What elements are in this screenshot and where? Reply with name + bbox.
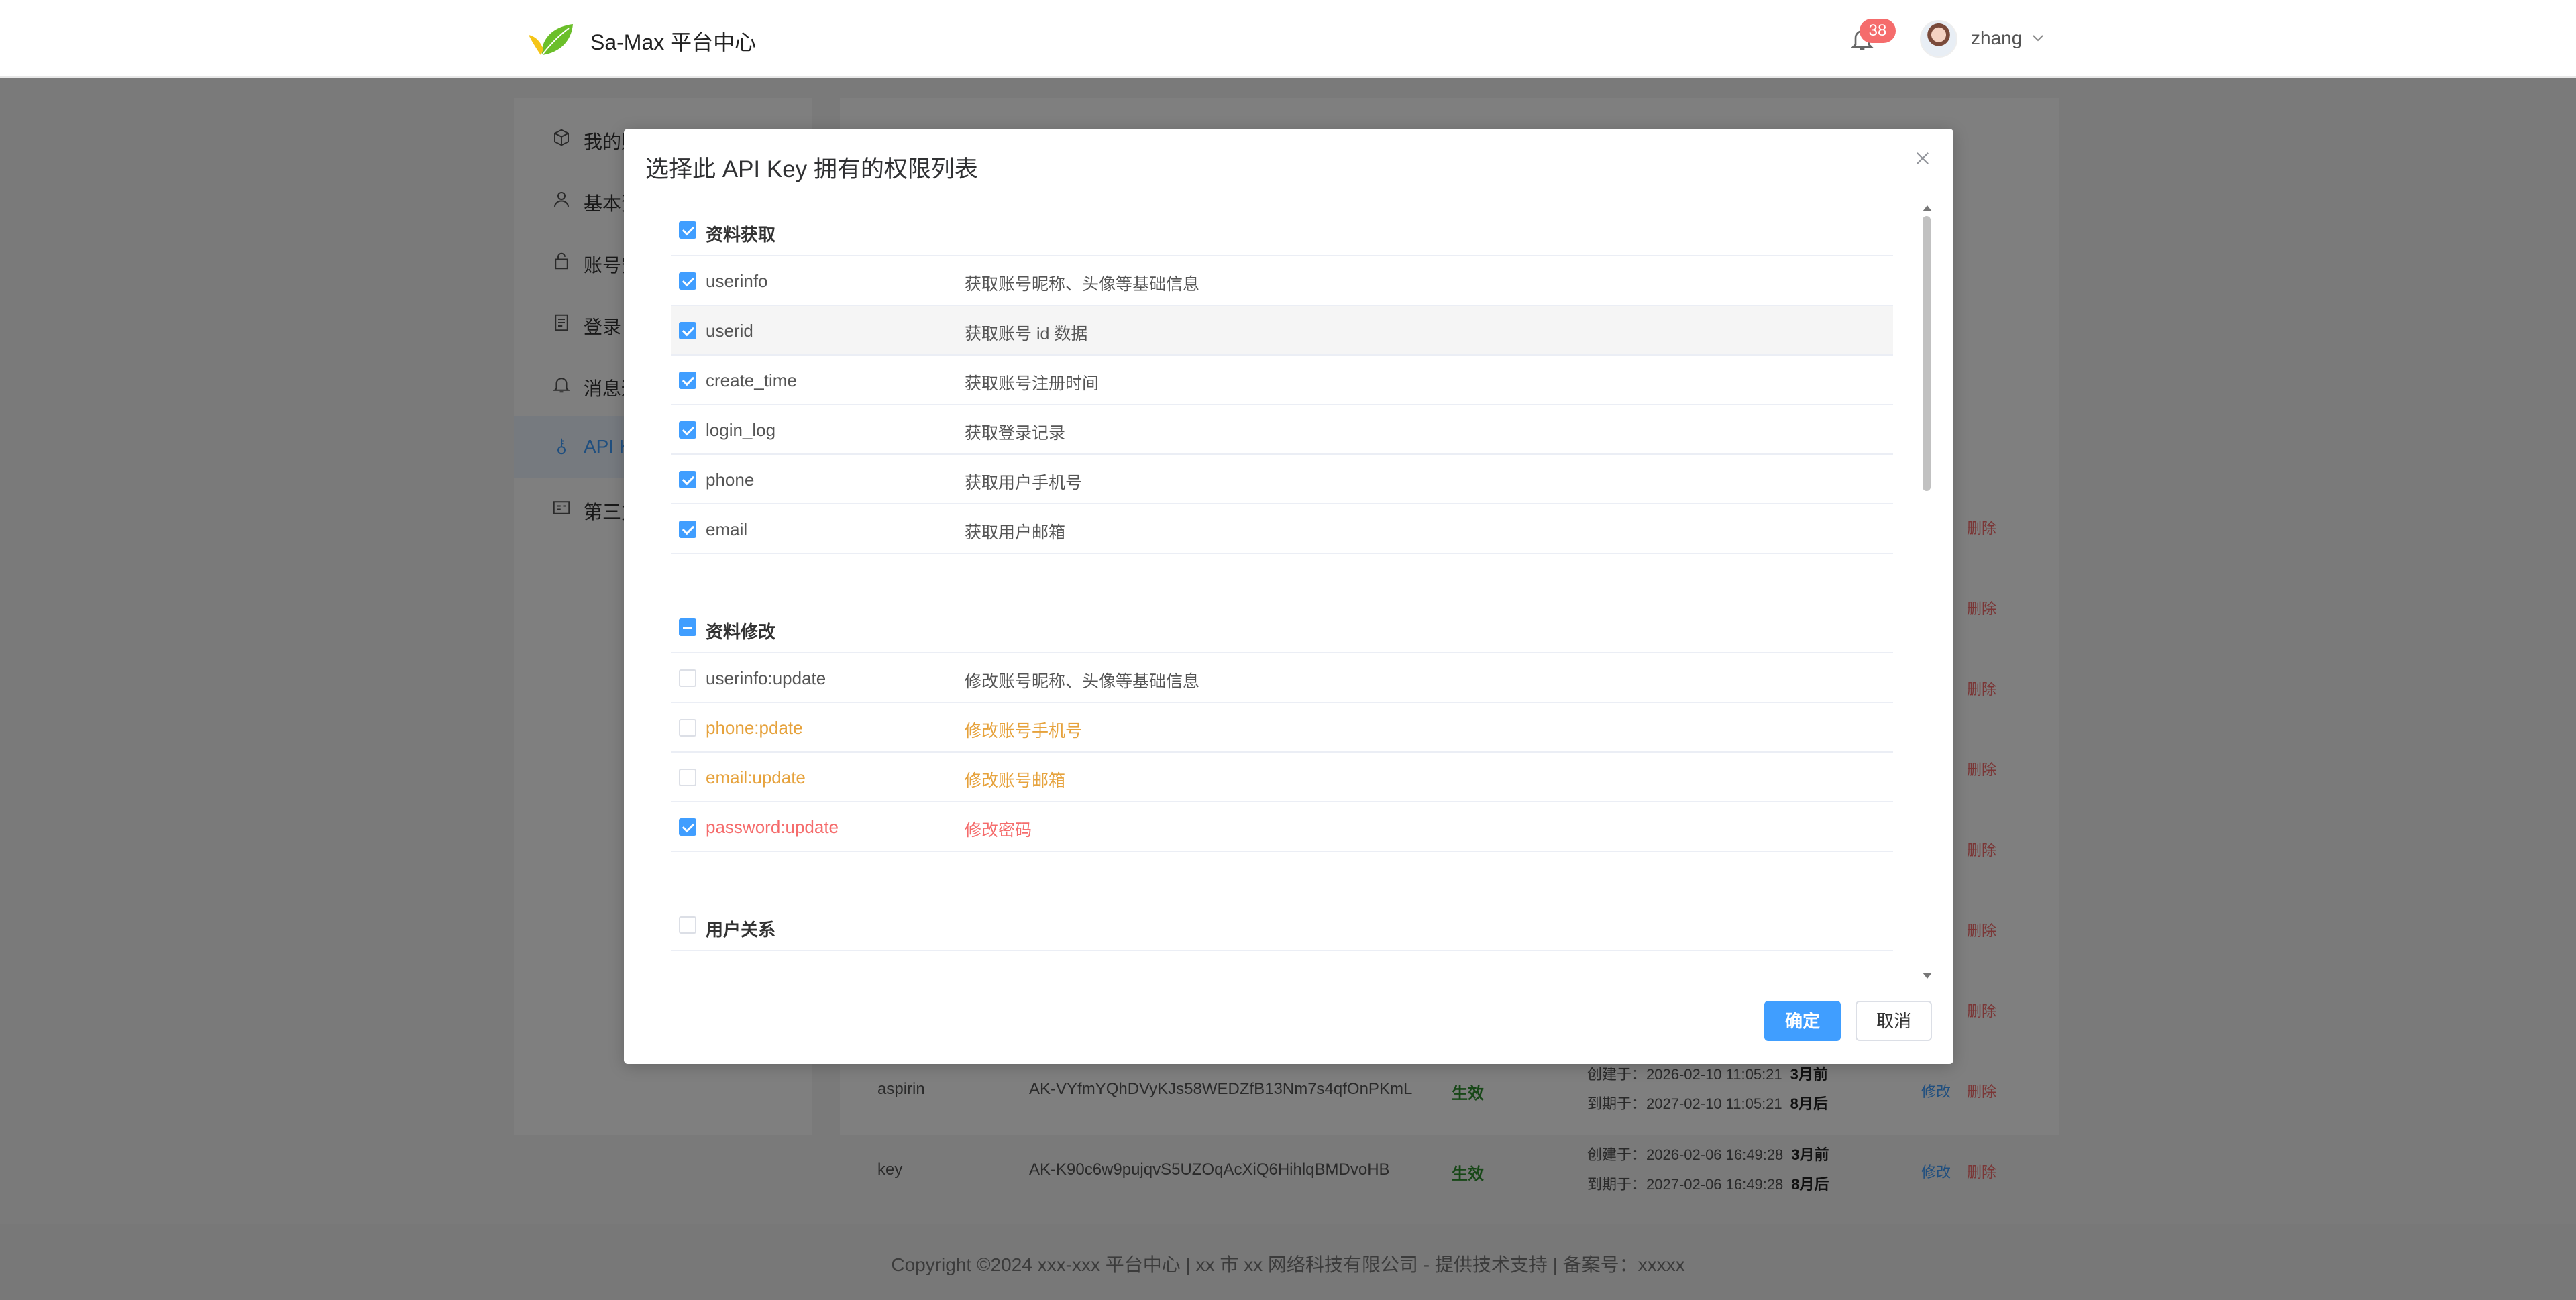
section-checkbox[interactable] bbox=[679, 916, 696, 934]
permission-row[interactable]: userid 获取账号 id 数据 bbox=[671, 306, 1893, 356]
section-header-profile-read[interactable]: 资料获取 bbox=[671, 205, 1893, 256]
permission-desc: 修改密码 bbox=[965, 821, 1032, 840]
section-header-user-relations[interactable]: 用户关系 bbox=[671, 900, 1893, 951]
top-header: Sa-Max 平台中心 38 zhang bbox=[0, 0, 2576, 78]
permission-row[interactable]: userinfo 获取账号昵称、头像等基础信息 bbox=[671, 256, 1893, 306]
permission-checkbox[interactable] bbox=[679, 322, 696, 339]
permission-checkbox[interactable] bbox=[679, 719, 696, 737]
permission-checkbox[interactable] bbox=[679, 769, 696, 786]
permission-row[interactable]: phone 获取用户手机号 bbox=[671, 455, 1893, 504]
permissions-dialog: 选择此 API Key 拥有的权限列表 资料获取 userinfo 获取账号昵称… bbox=[624, 129, 1953, 1064]
permission-desc: 修改账号手机号 bbox=[965, 722, 1083, 741]
permission-desc: 获取登录记录 bbox=[965, 424, 1066, 443]
permission-checkbox[interactable] bbox=[679, 521, 696, 538]
permission-list[interactable]: 资料获取 userinfo 获取账号昵称、头像等基础信息 userid 获取账号… bbox=[671, 205, 1893, 1104]
chevron-down-icon[interactable] bbox=[2030, 30, 2046, 46]
permission-code: create_time bbox=[706, 370, 797, 390]
permission-desc: 修改账号昵称、头像等基础信息 bbox=[965, 672, 1200, 691]
dialog-title: 选择此 API Key 拥有的权限列表 bbox=[645, 156, 978, 182]
section-label: 资料修改 bbox=[706, 622, 776, 642]
section-header-profile-update[interactable]: 资料修改 bbox=[671, 602, 1893, 653]
permission-checkbox[interactable] bbox=[679, 471, 696, 488]
permission-code: phone bbox=[706, 470, 755, 490]
avatar[interactable] bbox=[1920, 20, 1957, 58]
section-checkbox[interactable] bbox=[679, 221, 696, 239]
permission-desc: 获取账号 id 数据 bbox=[965, 325, 1088, 343]
close-icon[interactable] bbox=[1913, 149, 1932, 168]
permission-desc: 修改账号邮箱 bbox=[965, 771, 1066, 790]
permission-row[interactable]: userinfo:update 修改账号昵称、头像等基础信息 bbox=[671, 653, 1893, 703]
scrollbar[interactable] bbox=[1920, 205, 1933, 979]
permission-row[interactable]: phone:pdate 修改账号手机号 bbox=[671, 703, 1893, 753]
permission-desc: 获取用户手机号 bbox=[965, 474, 1083, 492]
permission-code: email bbox=[706, 519, 748, 539]
section-label: 用户关系 bbox=[706, 920, 776, 940]
permission-desc: 获取用户邮箱 bbox=[965, 523, 1066, 542]
cancel-button[interactable]: 取消 bbox=[1856, 1001, 1932, 1041]
permission-code: userinfo:update bbox=[706, 668, 826, 688]
permission-code: password:update bbox=[706, 817, 839, 837]
section-label: 资料获取 bbox=[706, 225, 776, 245]
permission-desc: 获取账号注册时间 bbox=[965, 374, 1099, 393]
permission-checkbox[interactable] bbox=[679, 818, 696, 836]
permission-row[interactable]: password:update 修改密码 bbox=[671, 802, 1893, 852]
permission-checkbox[interactable] bbox=[679, 421, 696, 439]
brand-title[interactable]: Sa-Max 平台中心 bbox=[590, 25, 756, 56]
permission-desc: 获取账号昵称、头像等基础信息 bbox=[965, 275, 1200, 294]
permission-code: userid bbox=[706, 321, 753, 341]
permission-row[interactable]: create_time 获取账号注册时间 bbox=[671, 356, 1893, 405]
scroll-thumb[interactable] bbox=[1923, 216, 1931, 491]
permission-code: phone:pdate bbox=[706, 718, 803, 738]
username[interactable]: zhang bbox=[1971, 28, 2022, 49]
section-checkbox[interactable] bbox=[679, 618, 696, 636]
leaf-logo-icon[interactable] bbox=[527, 20, 576, 59]
permission-row[interactable]: email 获取用户邮箱 bbox=[671, 504, 1893, 554]
permission-row[interactable]: login_log 获取登录记录 bbox=[671, 405, 1893, 455]
permission-row[interactable]: email:update 修改账号邮箱 bbox=[671, 753, 1893, 802]
permission-code: login_log bbox=[706, 420, 776, 440]
permission-code: email:update bbox=[706, 767, 806, 788]
scroll-down-icon[interactable] bbox=[1923, 973, 1932, 979]
permission-checkbox[interactable] bbox=[679, 669, 696, 687]
confirm-button[interactable]: 确定 bbox=[1764, 1001, 1841, 1041]
scroll-up-icon[interactable] bbox=[1923, 205, 1932, 211]
notification-badge: 38 bbox=[1860, 19, 1896, 43]
permission-checkbox[interactable] bbox=[679, 372, 696, 389]
permission-code: userinfo bbox=[706, 271, 768, 291]
permission-checkbox[interactable] bbox=[679, 272, 696, 290]
